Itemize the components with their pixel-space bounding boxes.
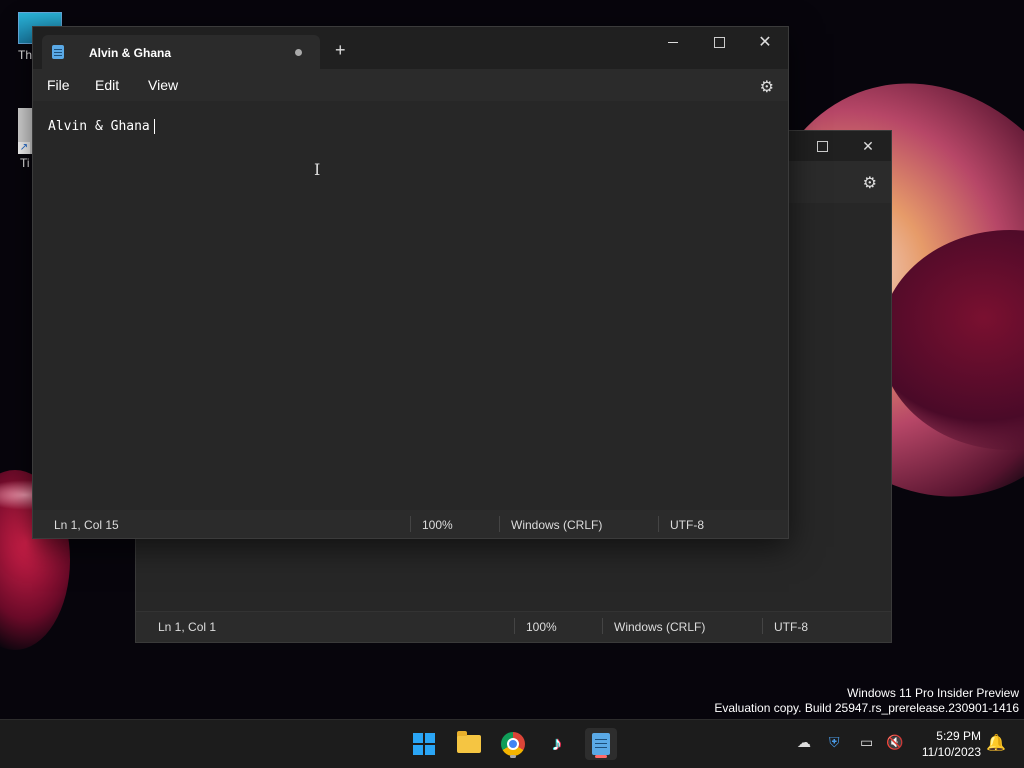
status-divider [410, 516, 411, 532]
maximize-button[interactable] [696, 27, 742, 57]
line-ending[interactable]: Windows (CRLF) [511, 518, 602, 532]
ibeam-cursor-icon: I [314, 160, 321, 179]
status-divider [602, 618, 603, 634]
editor-content[interactable]: Alvin & Ghana [48, 119, 155, 134]
evaluation-watermark-line2: Evaluation copy. Build 25947.rs_prerelea… [714, 701, 1019, 715]
tab-document[interactable]: Alvin & Ghana [42, 35, 320, 69]
status-bar: Ln 1, Col 1 100% Windows (CRLF) UTF-8 [136, 611, 891, 642]
encoding[interactable]: UTF-8 [774, 620, 808, 634]
tiktok-button[interactable]: ♪ [541, 728, 573, 760]
maximize-icon [816, 140, 828, 152]
evaluation-watermark-line1: Windows 11 Pro Insider Preview [847, 686, 1019, 700]
chrome-icon [501, 732, 525, 756]
close-icon: ✕ [862, 137, 874, 154]
zoom-level[interactable]: 100% [526, 620, 557, 634]
clock[interactable]: 5:29 PM 11/10/2023 [922, 728, 981, 760]
file-explorer-button[interactable] [453, 728, 485, 760]
new-tab-button[interactable]: + [335, 41, 346, 59]
start-button[interactable] [408, 728, 440, 760]
minimize-icon [668, 41, 678, 43]
settings-gear-icon[interactable]: ⚙ [863, 173, 877, 193]
shortcut-arrow-icon: ↗ [18, 142, 30, 154]
clock-date: 11/10/2023 [921, 745, 981, 759]
notepad-taskbar-button[interactable] [585, 728, 617, 760]
encoding[interactable]: UTF-8 [670, 518, 704, 532]
notepad-window[interactable]: Alvin & Ghana + ✕ File Edit View ⚙ Alvin… [32, 26, 789, 539]
status-divider [658, 516, 659, 532]
close-button[interactable]: ✕ [742, 27, 788, 57]
title-bar[interactable]: Alvin & Ghana + ✕ [33, 27, 788, 69]
text-editor[interactable]: Alvin & Ghana I [33, 101, 788, 510]
menu-view[interactable]: View [148, 77, 178, 93]
menu-bar: File Edit View ⚙ [33, 69, 788, 101]
clock-time: 5:29 PM [936, 729, 981, 743]
minimize-button[interactable] [650, 27, 696, 57]
maximize-button[interactable] [799, 131, 845, 161]
menu-file[interactable]: File [47, 77, 70, 93]
status-divider [499, 516, 500, 532]
shield-icon[interactable]: ⛨ [829, 734, 840, 751]
status-bar: Ln 1, Col 15 100% Windows (CRLF) UTF-8 [33, 510, 788, 538]
menu-edit[interactable]: Edit [95, 77, 119, 93]
volume-muted-icon[interactable]: 🔇 [886, 734, 903, 751]
network-icon[interactable]: ▭ [860, 734, 873, 751]
notification-bell-icon[interactable]: 🔔 [986, 733, 1006, 753]
windows-logo-icon [413, 733, 435, 755]
zoom-level[interactable]: 100% [422, 518, 453, 532]
line-ending[interactable]: Windows (CRLF) [614, 620, 705, 634]
close-icon: ✕ [758, 34, 772, 51]
running-indicator [510, 755, 516, 758]
status-divider [762, 618, 763, 634]
notepad-icon [592, 733, 610, 755]
maximize-icon [713, 36, 725, 48]
cursor-position: Ln 1, Col 15 [54, 518, 119, 532]
desktop-icon-label: Ti [20, 156, 30, 170]
editor-text: Alvin & Ghana [48, 119, 150, 134]
taskbar: ♪ ☁ ⛨ ▭ 🔇 5:29 PM 11/10/2023 🔔 [0, 719, 1024, 768]
notepad-icon [52, 45, 64, 59]
close-button[interactable]: ✕ [845, 131, 891, 161]
status-divider [514, 618, 515, 634]
active-indicator [595, 755, 607, 758]
text-caret [153, 119, 155, 134]
chrome-button[interactable] [497, 728, 529, 760]
folder-icon [457, 731, 481, 753]
cursor-position: Ln 1, Col 1 [158, 620, 217, 634]
tiktok-icon: ♪ [552, 732, 562, 755]
cloud-offline-icon[interactable]: ☁ [797, 734, 811, 751]
unsaved-dot-icon[interactable] [295, 49, 302, 56]
tab-title: Alvin & Ghana [89, 46, 172, 60]
settings-gear-icon[interactable]: ⚙ [760, 77, 774, 97]
